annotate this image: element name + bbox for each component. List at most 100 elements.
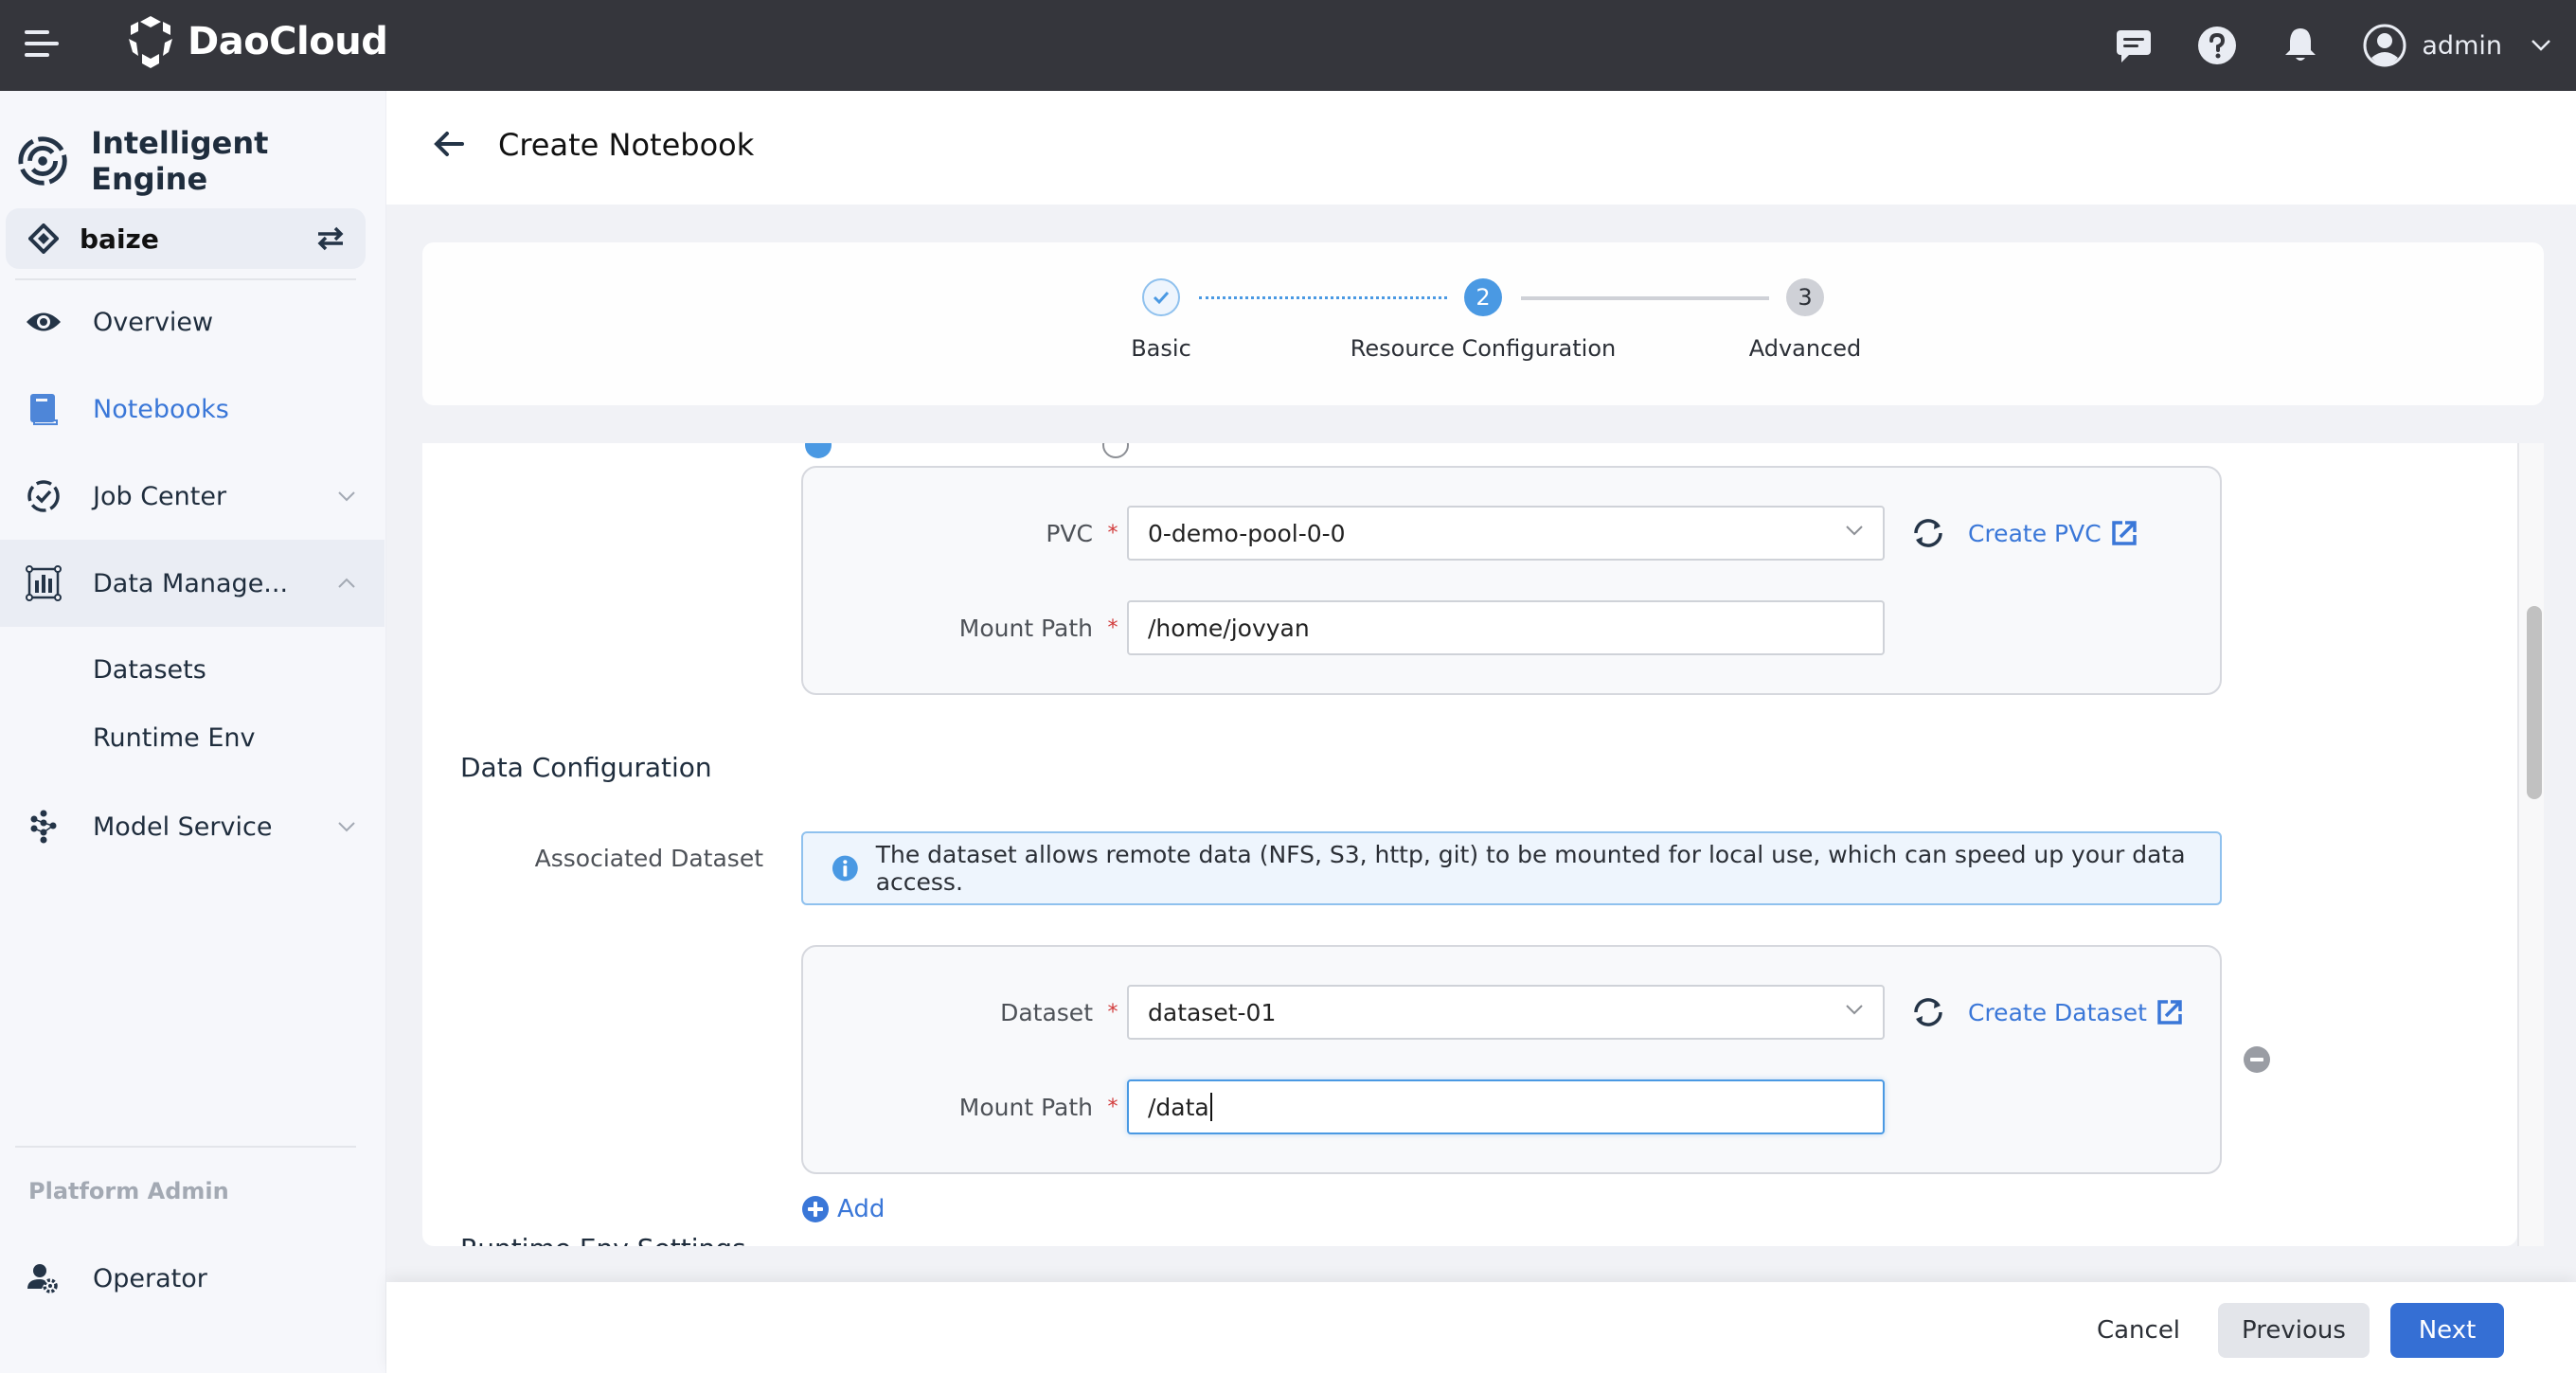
sidebar-item-operator[interactable]: Operator <box>0 1235 385 1322</box>
sidebar-item-datasets[interactable]: Datasets <box>93 655 206 685</box>
associated-dataset-label: Associated Dataset <box>534 845 763 872</box>
platform-admin-label: Platform Admin <box>28 1178 229 1204</box>
info-icon <box>832 855 858 882</box>
mount-path-value: /data <box>1148 1093 1209 1121</box>
step-number: 2 <box>1464 278 1502 316</box>
workspace-icon <box>28 223 59 254</box>
switch-icon[interactable] <box>314 224 347 253</box>
dataset-select[interactable]: dataset-01 <box>1127 985 1885 1040</box>
sidebar-item-model-service[interactable]: Model Service <box>0 783 385 870</box>
dataset-info-alert: The dataset allows remote data (NFS, S3,… <box>801 831 2222 905</box>
workspace-selector[interactable]: baize <box>6 208 366 269</box>
radio-selected[interactable] <box>805 443 832 458</box>
refresh-icon[interactable] <box>1909 514 1947 552</box>
pvc-panel: PVC * 0-demo-pool-0-0 Create PVC Mount P… <box>801 466 2222 695</box>
create-pvc-link[interactable]: Create PVC <box>1968 520 2138 547</box>
text-caret <box>1209 1093 1212 1121</box>
dataset-mount-path-input[interactable]: /data <box>1127 1079 1885 1134</box>
step-basic: Basic <box>1019 278 1303 362</box>
sidebar-item-notebooks[interactable]: Notebooks <box>0 366 385 453</box>
product-header: Intelligent Engine <box>17 125 385 197</box>
footer-actions: Cancel Previous Next <box>386 1282 2576 1373</box>
user-menu[interactable]: admin <box>2363 24 2551 67</box>
pvc-select[interactable]: 0-demo-pool-0-0 <box>1127 506 1885 561</box>
message-icon[interactable] <box>2113 25 2155 66</box>
sidebar-item-label: Notebooks <box>93 394 229 424</box>
dataset-mount-row: Mount Path * /data <box>803 1079 2220 1134</box>
chevron-down-icon <box>2531 40 2550 51</box>
sidebar-item-label: Overview <box>93 307 214 337</box>
add-dataset-button[interactable]: Add <box>801 1195 885 1223</box>
create-dataset-link[interactable]: Create Dataset <box>1968 999 2183 1026</box>
pvc-mount-row: Mount Path * /home/jovyan <box>803 600 2220 655</box>
step-resource-configuration: 2 Resource Configuration <box>1341 278 1625 362</box>
plus-circle-icon <box>802 1196 829 1222</box>
user-name: admin <box>2422 30 2502 61</box>
required-mark: * <box>1107 521 1118 545</box>
mount-path-label: Mount Path <box>958 614 1093 642</box>
help-icon[interactable] <box>2196 25 2238 66</box>
menu-icon[interactable] <box>25 30 61 59</box>
step-label: Resource Configuration <box>1350 335 1617 362</box>
sidebar: Intelligent Engine baize Overview Notebo… <box>0 91 386 1373</box>
add-label: Add <box>837 1195 886 1223</box>
refresh-icon[interactable] <box>1909 993 1947 1031</box>
book-icon <box>25 390 63 428</box>
data-configuration-title: Data Configuration <box>460 752 712 783</box>
create-pvc-label: Create PVC <box>1968 519 2102 547</box>
required-mark: * <box>1107 1095 1118 1119</box>
form-card: PVC * 0-demo-pool-0-0 Create PVC Mount P… <box>422 443 2517 1246</box>
step-number: 3 <box>1786 278 1824 316</box>
mount-path-label: Mount Path <box>958 1093 1093 1121</box>
required-mark: * <box>1107 1000 1118 1025</box>
pvc-value: 0-demo-pool-0-0 <box>1148 519 1346 547</box>
remove-icon[interactable] <box>2243 1045 2271 1074</box>
sidebar-item-overview[interactable]: Overview <box>0 278 385 366</box>
page-header: Create Notebook <box>386 91 2576 205</box>
intelligent-engine-logo-icon <box>18 136 67 186</box>
sidebar-item-label: Job Center <box>93 481 227 511</box>
external-link-icon <box>2157 1000 2182 1025</box>
brand[interactable]: DaoCloud <box>125 13 388 70</box>
pvc-row: PVC * 0-demo-pool-0-0 Create PVC <box>803 506 2220 561</box>
data-chart-icon <box>25 564 63 602</box>
check-icon <box>1142 278 1180 316</box>
back-arrow-icon[interactable] <box>434 131 464 157</box>
sidebar-divider <box>15 1146 356 1148</box>
workspace-name: baize <box>80 223 159 255</box>
user-avatar-icon <box>2363 24 2406 67</box>
sidebar-item-job-center[interactable]: Job Center <box>0 453 385 540</box>
scrollbar-thumb[interactable] <box>2527 606 2542 799</box>
top-bar: DaoCloud admin <box>0 0 2576 91</box>
pvc-mount-path-input[interactable]: /home/jovyan <box>1127 600 1885 655</box>
dataset-panel: Dataset * dataset-01 Create Dataset Moun… <box>801 945 2222 1174</box>
create-dataset-label: Create Dataset <box>1968 998 2147 1026</box>
stepper: Basic 2 Resource Configuration 3 Advance… <box>422 242 2544 405</box>
dataset-value: dataset-01 <box>1148 998 1277 1026</box>
previous-button[interactable]: Previous <box>2218 1303 2370 1358</box>
chevron-up-icon <box>338 578 355 588</box>
next-button[interactable]: Next <box>2390 1303 2504 1358</box>
info-text: The dataset allows remote data (NFS, S3,… <box>875 841 2186 896</box>
bell-icon[interactable] <box>2280 25 2321 66</box>
mount-path-value: /home/jovyan <box>1148 614 1310 642</box>
step-label: Basic <box>1131 335 1191 362</box>
pvc-label: PVC <box>1046 519 1093 547</box>
job-check-icon <box>25 477 63 515</box>
chevron-down-icon <box>338 491 355 502</box>
cancel-button[interactable]: Cancel <box>2072 1303 2205 1358</box>
external-link-icon <box>2111 521 2137 545</box>
chevron-down-icon <box>1846 526 1863 536</box>
dataset-label: Dataset <box>1000 998 1093 1026</box>
chevron-down-icon <box>1846 1005 1863 1015</box>
sidebar-item-runtime-env[interactable]: Runtime Env <box>93 723 256 753</box>
page-title: Create Notebook <box>498 127 755 163</box>
brand-name: DaoCloud <box>188 20 388 63</box>
user-gear-icon <box>25 1259 63 1297</box>
sidebar-item-data-management[interactable]: Data Manage... <box>0 540 385 627</box>
radio-unselected[interactable] <box>1102 443 1129 458</box>
scrollbar[interactable] <box>2517 443 2544 1246</box>
model-nodes-icon <box>25 808 63 846</box>
sidebar-item-label: Model Service <box>93 811 273 842</box>
product-name: Intelligent Engine <box>91 125 269 197</box>
